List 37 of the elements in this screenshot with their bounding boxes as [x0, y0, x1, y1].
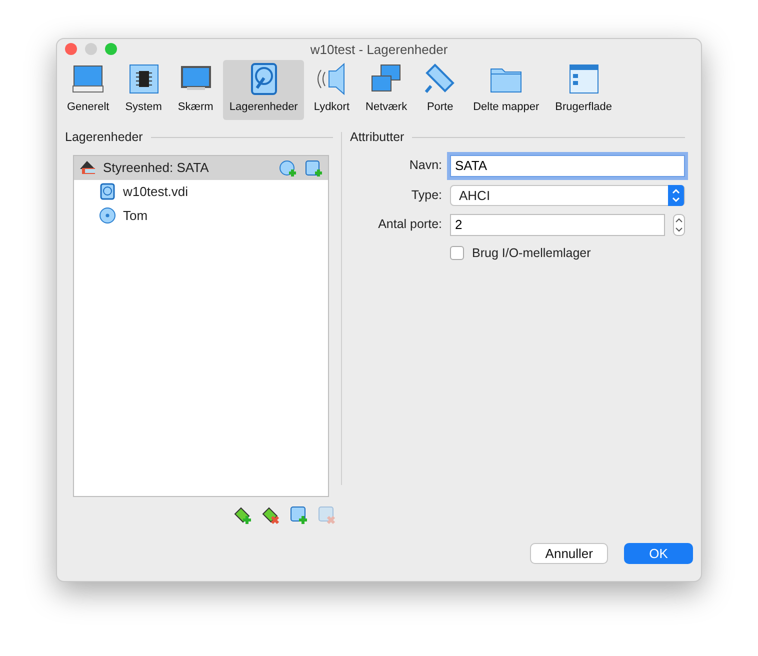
checkbox-label: Brug I/O-mellemlager	[472, 244, 591, 262]
toolbar-tab[interactable]: Skærm	[172, 60, 220, 120]
window-title: w10test - Lagerenheder	[310, 40, 448, 59]
toolbar-tab[interactable]: Delte mapper	[467, 60, 546, 120]
add-hard-disk-button[interactable]	[304, 158, 324, 178]
field-label: Antal porte:	[377, 216, 442, 234]
toolbar-tab[interactable]: Brugerflade	[549, 60, 618, 120]
checkbox[interactable]	[450, 246, 464, 260]
tree-item[interactable]: Tom	[74, 204, 328, 228]
chevrons-icon	[668, 184, 684, 206]
toolbar-tab[interactable]: Lagerenheder	[223, 60, 304, 120]
name-field[interactable]: SATA	[450, 154, 685, 177]
toolbar-tab[interactable]: Lydkort	[308, 60, 356, 120]
field-label: Navn:	[408, 157, 442, 174]
stepper[interactable]	[673, 214, 685, 236]
chip-icon	[126, 62, 161, 96]
add-controller-button[interactable]	[233, 504, 253, 525]
remove-controller-button[interactable]	[261, 504, 281, 525]
toolbar-tab[interactable]: Porte	[417, 60, 464, 120]
tree-item[interactable]: w10test.vdi	[74, 180, 328, 204]
ok-button[interactable]: OK	[624, 543, 693, 564]
add-attachment-button[interactable]	[289, 504, 309, 525]
ports-field[interactable]: 2	[450, 214, 665, 236]
group-heading: Lagerenheder	[65, 129, 143, 146]
optical-disc-icon	[98, 206, 117, 226]
zoom-button[interactable]	[105, 43, 117, 55]
tree-item[interactable]: Styreenhed: SATA	[74, 156, 328, 180]
add-optical-drive-button[interactable]	[278, 158, 298, 178]
window-icon	[566, 62, 601, 96]
cancel-button[interactable]: Annuller	[530, 543, 608, 564]
group-heading: Attributter	[350, 129, 404, 146]
toolbar-tab[interactable]: Netværk	[360, 60, 414, 120]
toolbar-tab[interactable]: System	[119, 60, 168, 120]
toolbar-tab[interactable]: Generelt	[61, 60, 116, 120]
field-label: Type:	[410, 186, 442, 204]
close-button[interactable]	[65, 43, 77, 55]
type-dropdown[interactable]: AHCI	[450, 184, 685, 206]
